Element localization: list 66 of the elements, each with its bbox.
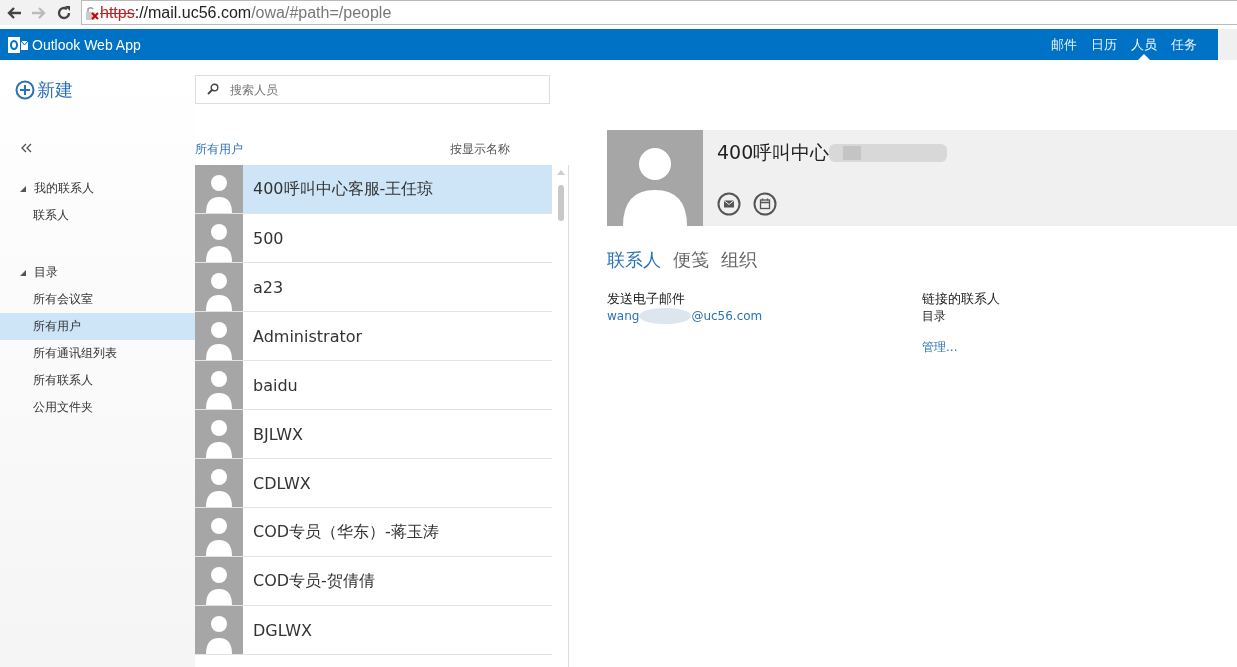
outlook-logo-icon — [8, 36, 28, 53]
avatar-icon — [195, 410, 243, 458]
url-scheme: https — [100, 3, 135, 22]
expand-triangle-icon — [20, 185, 26, 192]
folder-item[interactable]: 所有用户 — [0, 313, 195, 340]
avatar-icon — [195, 214, 243, 262]
contact-name: 400呼叫中心 — [717, 140, 830, 165]
detail-tab[interactable]: 联系人 — [607, 248, 661, 272]
avatar-icon — [195, 361, 243, 409]
url-host: ://mail.uc56.com — [134, 3, 252, 22]
email-domain[interactable]: @uc56.com — [691, 309, 763, 323]
contact-row[interactable]: DGLWX — [195, 606, 552, 655]
back-icon[interactable] — [6, 5, 22, 20]
contact-row[interactable]: COD专员（华东）-蒋玉涛 — [195, 508, 552, 557]
avatar-icon — [195, 459, 243, 507]
address-bar[interactable]: https://mail.uc56.com/owa/#path=/people — [81, 0, 1237, 25]
redaction-blur — [639, 307, 692, 325]
contact-row[interactable]: BJLWX — [195, 410, 552, 459]
collapse-icon[interactable] — [20, 143, 32, 153]
detail-tab[interactable]: 组织 — [721, 248, 757, 272]
search-field[interactable]: 搜索人员 — [195, 75, 550, 104]
broken-lock-icon — [84, 4, 100, 21]
url-path: /owa/#path=/people — [251, 3, 392, 22]
expand-triangle-icon — [20, 269, 26, 276]
new-button[interactable]: 新建 — [15, 78, 73, 102]
folder-item[interactable]: 所有会议室 — [0, 286, 195, 313]
avatar-icon — [195, 557, 243, 605]
settings-panel-edge — [1218, 29, 1237, 60]
contact-row[interactable]: 500 — [195, 214, 552, 263]
contact-row[interactable]: 400呼叫中心客服-王任琼 — [195, 165, 552, 214]
nav-tab[interactable]: 日历 — [1084, 29, 1124, 60]
nav-tab[interactable]: 任务 — [1164, 29, 1204, 60]
avatar-icon — [195, 263, 243, 311]
folder-item[interactable]: 所有通讯组列表 — [0, 340, 195, 367]
avatar-icon — [195, 606, 243, 654]
manage-link[interactable]: 管理... — [922, 339, 958, 356]
nav-tab[interactable]: 人员 — [1124, 29, 1164, 60]
nav-tab[interactable]: 邮件 — [1044, 29, 1084, 60]
field-label: 链接的联系人 — [922, 290, 1001, 308]
calendar-icon[interactable] — [753, 192, 777, 216]
mail-icon[interactable] — [717, 192, 741, 216]
avatar-icon — [195, 165, 243, 213]
folder-group-header[interactable]: 我的联系人 — [0, 175, 195, 202]
app-title: Outlook Web App — [32, 36, 141, 53]
avatar-icon — [195, 312, 243, 360]
contact-row[interactable]: baidu — [195, 361, 552, 410]
folder-item[interactable]: 所有联系人 — [0, 367, 195, 394]
avatar-icon — [607, 130, 703, 226]
email-start[interactable]: wang — [607, 309, 640, 323]
avatar-icon — [195, 508, 243, 556]
folder-item[interactable]: 公用文件夹 — [0, 394, 195, 421]
sort-menu[interactable]: 按显示名称 — [450, 141, 510, 165]
reload-icon[interactable] — [56, 4, 72, 21]
field-label: 发送电子邮件 — [607, 290, 686, 308]
contact-row[interactable]: a23 — [195, 263, 552, 312]
contact-row[interactable]: CDLWX — [195, 459, 552, 508]
contact-row[interactable]: COD专员-贺倩倩 — [195, 557, 552, 606]
folder-group-header[interactable]: 目录 — [0, 259, 195, 286]
list-title: 所有用户 — [195, 141, 243, 158]
folder-item[interactable]: 联系人 — [0, 202, 195, 229]
contact-row[interactable]: Administrator — [195, 312, 552, 361]
plus-icon — [15, 80, 35, 100]
field-value: 目录 — [922, 308, 947, 325]
scroll-thumb[interactable] — [558, 185, 564, 221]
detail-tab[interactable]: 便笺 — [673, 248, 709, 272]
selection-caret-icon — [1138, 54, 1150, 60]
